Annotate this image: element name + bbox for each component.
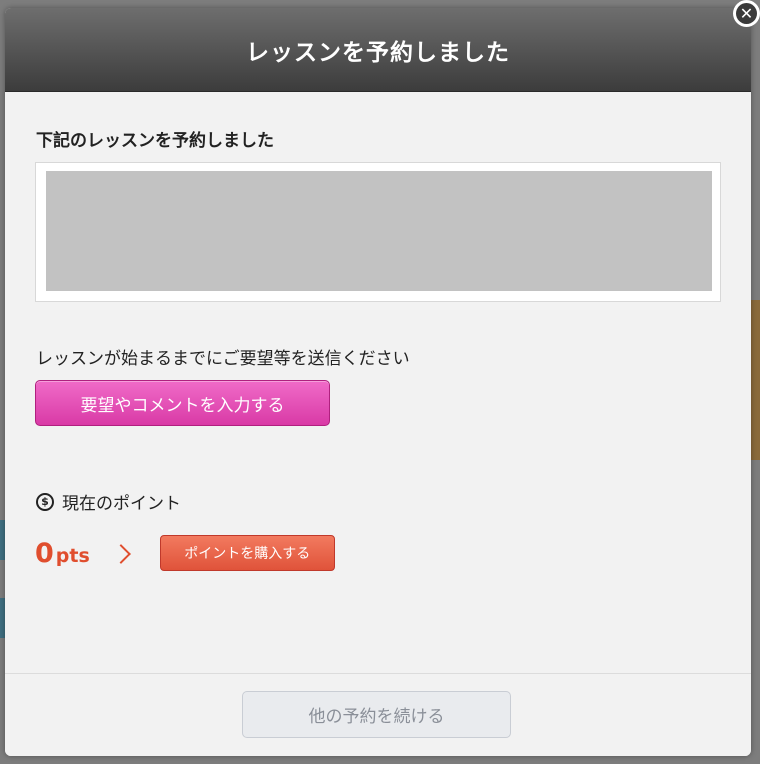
lesson-info-box <box>35 162 721 302</box>
points-row: 0 pts ポイントを購入する <box>35 535 335 571</box>
modal-title: レッスンを予約しました <box>246 39 510 66</box>
close-button[interactable]: ✕ <box>733 0 760 27</box>
modal-header: レッスンを予約しました <box>5 8 751 92</box>
coin-icon: $ <box>36 492 54 511</box>
points-value: 0 <box>35 537 54 569</box>
points-label-text: 現在のポイント <box>62 494 181 514</box>
current-points-label: $ 現在のポイント <box>36 489 181 514</box>
buy-points-button[interactable]: ポイントを購入する <box>159 535 335 571</box>
modal-body: 下記のレッスンを予約しました レッスンが始まるまでにご要望等を送信ください 要望… <box>5 92 751 675</box>
reservation-modal: レッスンを予約しました 下記のレッスンを予約しました レッスンが始まるまでにご要… <box>5 8 751 756</box>
lesson-info-placeholder <box>46 171 712 291</box>
close-icon: ✕ <box>736 3 757 24</box>
modal-footer: 他の予約を続ける <box>5 673 751 756</box>
chevron-right-icon[interactable] <box>110 544 131 564</box>
enter-request-button[interactable]: 要望やコメントを入力する <box>35 380 330 426</box>
continue-booking-button[interactable]: 他の予約を続ける <box>242 691 511 738</box>
points-unit: pts <box>55 544 90 567</box>
reserved-lesson-heading: 下記のレッスンを予約しました <box>36 131 274 151</box>
request-instruction: レッスンが始まるまでにご要望等を送信ください <box>36 349 410 369</box>
